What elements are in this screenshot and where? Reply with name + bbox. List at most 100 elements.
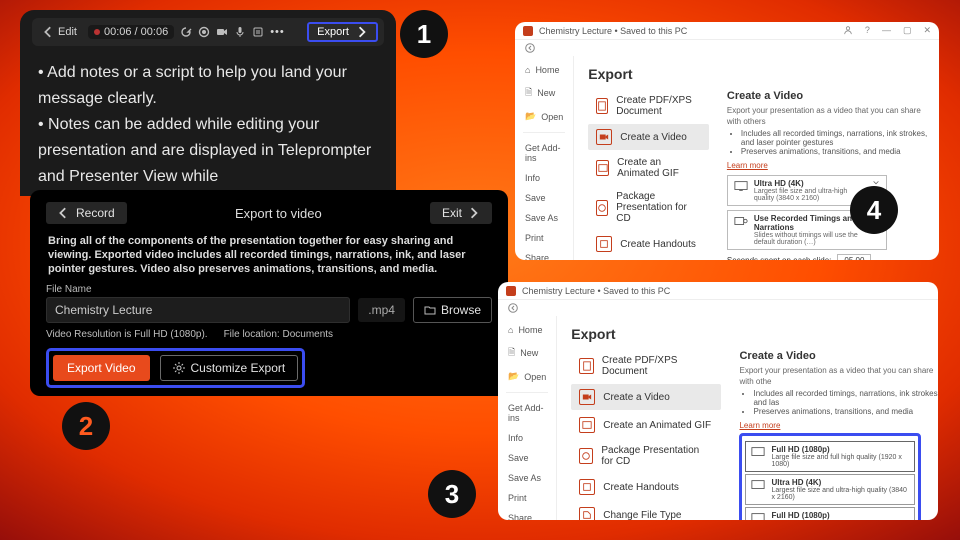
reso-info: Video Resolution is Full HD (1080p).	[46, 329, 208, 340]
opt-pdf[interactable]: Create PDF/XPS Document	[588, 90, 709, 122]
close-icon[interactable]: ✕	[923, 25, 931, 36]
more-icon[interactable]: •••	[270, 26, 285, 38]
nav-print[interactable]: Print	[515, 230, 573, 246]
minimize-icon[interactable]: —	[882, 25, 891, 36]
cv-heading: Create a Video	[739, 350, 938, 362]
exit-button[interactable]: Exit	[430, 202, 492, 224]
back-icon[interactable]	[508, 303, 518, 313]
nav-open[interactable]: 📂 Open	[515, 108, 573, 125]
opt-filetype[interactable]: Change File Type	[588, 259, 709, 260]
export-dialog: Record Export to video Exit Bring all of…	[30, 190, 508, 396]
nav-info[interactable]: Info	[498, 430, 556, 446]
opt-pdf[interactable]: Create PDF/XPS Document	[571, 350, 721, 382]
chevron-right-icon	[468, 207, 480, 219]
learn-more-link[interactable]: Learn more	[727, 161, 768, 170]
seconds-value[interactable]: 05.00	[837, 254, 871, 260]
filename-input[interactable]	[46, 297, 350, 323]
cv-li1: Includes all recorded timings, narration…	[741, 129, 936, 147]
nav-info[interactable]: Info	[515, 170, 573, 186]
opt-video[interactable]: Create a Video	[588, 124, 709, 150]
cv-sub: Export your presentation as a video that…	[727, 105, 936, 127]
resolution-option-1[interactable]: Full HD (1080p)Large file size and full …	[745, 507, 915, 520]
nav-getaddins[interactable]: Get Add-ins	[498, 400, 556, 426]
opt-gif[interactable]: Create an Animated GIF	[588, 152, 709, 184]
export-button[interactable]: Export	[307, 22, 378, 42]
opt-cd[interactable]: Package Presentation for CD	[588, 186, 709, 229]
back-icon[interactable]	[525, 43, 535, 53]
create-video-pane: Create a Video Export your presentation …	[729, 350, 938, 520]
camera-icon[interactable]	[216, 26, 228, 38]
nav-share[interactable]: Share	[515, 250, 573, 260]
nav-print[interactable]: Print	[498, 490, 556, 506]
resolution-option-0[interactable]: Ultra HD (4K)Largest file size and ultra…	[745, 474, 915, 505]
help-icon[interactable]: ?	[865, 25, 870, 36]
record-button[interactable]: Record	[46, 202, 127, 224]
powerpoint-logo-icon	[523, 26, 533, 36]
opt-handouts[interactable]: Create Handouts	[588, 231, 709, 257]
recorder-toolbar: Edit 00:06 / 00:06 ••• Export	[32, 18, 384, 46]
step-badge-2: 2	[62, 402, 110, 450]
create-video-pane: Create a Video Export your presentation …	[717, 90, 936, 260]
retake-icon[interactable]	[180, 26, 192, 38]
folder-icon	[424, 304, 436, 316]
nav-new[interactable]: 🗎 New	[515, 82, 573, 104]
notes-icon[interactable]	[252, 26, 264, 38]
seconds-label: Seconds spent on each slide:	[727, 256, 832, 260]
chevron-left-icon	[58, 207, 70, 219]
gear-icon	[173, 362, 185, 374]
customize-export-button[interactable]: Customize Export	[160, 355, 299, 381]
backstage-nav: ⌂ Home 🗎 New 📂 Open Get Add-ins Info Sav…	[498, 316, 557, 520]
nav-share[interactable]: Share	[498, 510, 556, 520]
export-blurb: Bring all of the components of the prese…	[46, 232, 492, 282]
export-title: Export to video	[137, 206, 420, 221]
nav-new[interactable]: 🗎 New	[498, 342, 556, 364]
nav-save[interactable]: Save	[515, 190, 573, 206]
record-circle-icon[interactable]	[198, 26, 210, 38]
export-button-row: Export Video Customize Export	[46, 348, 305, 388]
nav-getaddins[interactable]: Get Add-ins	[515, 140, 573, 166]
step-badge-3: 3	[428, 470, 476, 518]
resolution-current[interactable]: Full HD (1080p)Large file size and full …	[745, 441, 915, 472]
customize-label: Customize Export	[191, 361, 286, 375]
opt-filetype[interactable]: Change File Type	[571, 502, 721, 520]
cv-li2: Preserves animations, transitions, and m…	[753, 407, 938, 416]
export-video-button[interactable]: Export Video	[53, 355, 150, 381]
chevron-left-icon	[43, 26, 55, 38]
file-ext: .mp4	[358, 298, 405, 322]
export-label: Export	[317, 26, 349, 38]
cv-li2: Preserves animations, transitions, and m…	[741, 147, 936, 156]
browse-label: Browse	[441, 303, 481, 317]
mic-icon[interactable]	[234, 26, 246, 38]
exit-label: Exit	[442, 206, 462, 220]
nav-home[interactable]: ⌂ Home	[498, 322, 556, 338]
note-line-2: • Notes can be added while editing your …	[38, 112, 378, 190]
step-badge-4: 4	[850, 186, 898, 234]
nav-saveas[interactable]: Save As	[498, 470, 556, 486]
resolution-dropdown-open: Full HD (1080p)Large file size and full …	[739, 433, 921, 520]
opt-gif[interactable]: Create an Animated GIF	[571, 412, 721, 438]
back-edit-label: Edit	[58, 26, 77, 38]
teleprompter-notes: • Add notes or a script to help you land…	[32, 46, 384, 190]
opt-video[interactable]: Create a Video	[571, 384, 721, 410]
time-display: 00:06 / 00:06	[88, 25, 174, 39]
nav-open[interactable]: 📂 Open	[498, 368, 556, 385]
powerpoint-logo-icon	[506, 286, 516, 296]
browse-button[interactable]: Browse	[413, 297, 492, 323]
filename-label: File Name	[46, 284, 492, 295]
opt-cd[interactable]: Package Presentation for CD	[571, 440, 721, 472]
note-line-1: • Add notes or a script to help you land…	[38, 60, 378, 112]
nav-saveas[interactable]: Save As	[515, 210, 573, 226]
loc-info: File location: Documents	[224, 329, 334, 340]
user-icon[interactable]	[843, 25, 853, 35]
maximize-icon[interactable]: ▢	[903, 25, 912, 36]
doc-title: Chemistry Lecture • Saved to this PC	[539, 26, 687, 36]
back-edit-button[interactable]: Edit	[38, 24, 82, 40]
export-heading: Export	[571, 326, 938, 342]
export-options: Create PDF/XPS Document Create a Video C…	[571, 350, 721, 520]
opt-handouts[interactable]: Create Handouts	[571, 474, 721, 500]
export-meta: Video Resolution is Full HD (1080p). Fil…	[46, 329, 492, 340]
cv-heading: Create a Video	[727, 90, 936, 102]
learn-more-link[interactable]: Learn more	[739, 421, 780, 430]
nav-save[interactable]: Save	[498, 450, 556, 466]
nav-home[interactable]: ⌂ Home	[515, 62, 573, 78]
